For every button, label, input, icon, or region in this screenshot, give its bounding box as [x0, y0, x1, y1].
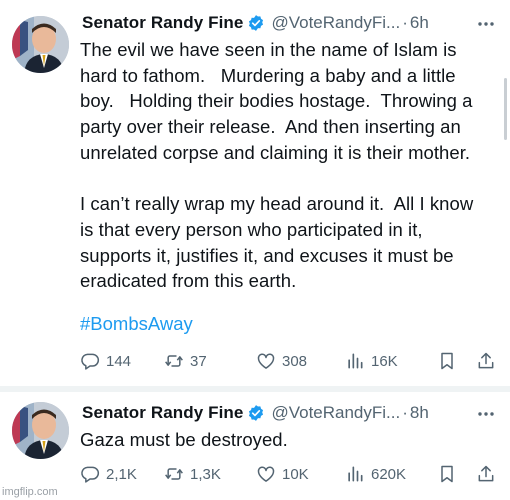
- share-icon: [478, 465, 494, 482]
- scrollbar[interactable]: [504, 78, 507, 140]
- reply-button[interactable]: 144: [80, 349, 131, 373]
- views-button[interactable]: 620K: [345, 462, 406, 486]
- views-count: 16K: [371, 352, 398, 370]
- views-icon: [348, 466, 363, 482]
- tweet-header: Senator Randy Fine @VoteRandyFi... · 6h: [82, 10, 429, 36]
- like-button[interactable]: 308: [256, 349, 307, 373]
- tweet-header: Senator Randy Fine @VoteRandyFi... · 8h: [82, 400, 429, 426]
- like-icon: [257, 353, 275, 369]
- verified-badge-icon: [249, 405, 264, 421]
- repost-count: 1,3K: [190, 465, 221, 483]
- author-name[interactable]: Senator Randy Fine: [82, 13, 243, 33]
- reply-count: 144: [106, 352, 132, 370]
- like-count: 308: [282, 352, 308, 370]
- avatar[interactable]: [12, 402, 69, 459]
- author-name[interactable]: Senator Randy Fine: [82, 403, 243, 423]
- repost-count: 37: [190, 352, 207, 370]
- avatar-photo: [12, 402, 69, 459]
- bookmark-icon: [441, 352, 453, 370]
- author-handle[interactable]: @VoteRandyFi...: [271, 403, 400, 423]
- repost-button[interactable]: 37: [164, 349, 207, 373]
- tweet-text: Gaza must be destroyed.: [80, 429, 288, 450]
- hashtag-link[interactable]: #BombsAway: [80, 313, 193, 335]
- verified-badge-icon: [249, 15, 264, 31]
- tweet-1[interactable]: Senator Randy Fine @VoteRandyFi... · 6h …: [0, 0, 510, 386]
- tweet-time[interactable]: 6h: [410, 13, 429, 33]
- avatar-photo: [12, 16, 69, 73]
- reply-icon: [81, 466, 100, 483]
- repost-icon: [165, 355, 183, 367]
- separator: ·: [402, 13, 408, 32]
- tweet-actions: 144 37 308 16K: [80, 349, 500, 373]
- more-horizontal-icon[interactable]: [476, 14, 496, 34]
- separator: ·: [402, 403, 408, 422]
- avatar[interactable]: [12, 16, 69, 73]
- views-count: 620K: [371, 465, 407, 483]
- tweet-time[interactable]: 8h: [410, 403, 429, 423]
- views-button[interactable]: 16K: [345, 349, 398, 373]
- like-count: 10K: [282, 465, 309, 483]
- share-button[interactable]: [476, 349, 502, 373]
- reply-button[interactable]: 2,1K: [80, 462, 137, 486]
- like-button[interactable]: 10K: [256, 462, 309, 486]
- tweet-screenshot: Senator Randy Fine @VoteRandyFi... · 6h …: [0, 0, 510, 500]
- repost-icon: [165, 468, 183, 480]
- more-horizontal-icon[interactable]: [476, 404, 496, 424]
- views-icon: [348, 353, 363, 369]
- repost-button[interactable]: 1,3K: [164, 462, 221, 486]
- watermark: imgflip.com: [2, 486, 58, 498]
- bookmark-icon: [441, 465, 453, 483]
- bookmark-button[interactable]: [437, 462, 463, 486]
- share-icon: [478, 352, 494, 369]
- tweet-text: The evil we have seen in the name of Isl…: [80, 39, 474, 292]
- bookmark-button[interactable]: [437, 349, 463, 373]
- reply-icon: [81, 353, 100, 370]
- tweet-actions: 2,1K 1,3K 10K 620K: [80, 462, 500, 486]
- like-icon: [257, 466, 275, 482]
- reply-count: 2,1K: [106, 465, 137, 483]
- author-handle[interactable]: @VoteRandyFi...: [271, 13, 400, 33]
- share-button[interactable]: [476, 462, 502, 486]
